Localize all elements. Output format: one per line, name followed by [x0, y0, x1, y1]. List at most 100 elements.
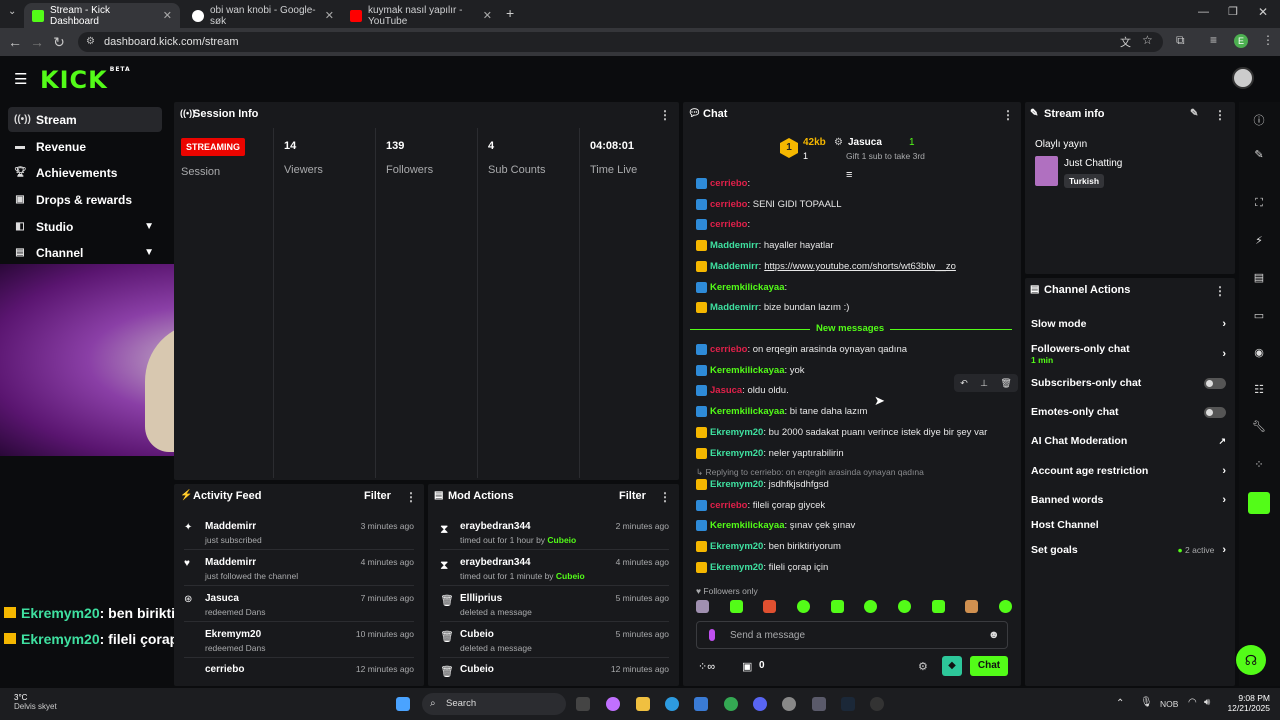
- site-info-icon[interactable]: ⚙: [86, 32, 95, 52]
- task-view-icon[interactable]: [576, 697, 590, 711]
- mod-by[interactable]: Cubeio: [547, 535, 576, 545]
- chat-username[interactable]: Keremkilickayaa: [710, 365, 784, 376]
- mod-menu-icon[interactable]: ⋮: [659, 490, 671, 504]
- pin-icon[interactable]: ⊥: [980, 378, 988, 389]
- wrench-icon[interactable]: 🔧︎: [1250, 420, 1268, 433]
- stream-info-menu-icon[interactable]: ⋮: [1214, 108, 1226, 122]
- chat-bubble-icon[interactable]: ▭: [1250, 309, 1268, 322]
- chat-username[interactable]: Ekremym20: [710, 479, 763, 490]
- apps-icon[interactable]: ⁘: [1250, 458, 1268, 471]
- session-menu-icon[interactable]: ⋮: [659, 108, 671, 122]
- emotes-only-toggle[interactable]: [1204, 406, 1226, 418]
- browser-menu-icon[interactable]: ⋮: [1262, 33, 1274, 47]
- microphone-icon[interactable]: 🎙︎: [1140, 697, 1153, 708]
- tray-chevron-icon[interactable]: ⌃: [1116, 698, 1124, 709]
- chat-username[interactable]: cerriebo: [710, 344, 748, 355]
- info-icon[interactable]: ⓘ: [1250, 112, 1268, 128]
- weather-widget[interactable]: 3°C Delvis skyet: [14, 693, 57, 711]
- calculator-icon[interactable]: [812, 697, 826, 711]
- ai-moderation-row[interactable]: AI Chat Moderation ↗: [1031, 435, 1226, 447]
- subscribers-only-toggle[interactable]: [1204, 377, 1226, 389]
- tab-google[interactable]: obi wan knobi - Google-søk ✕: [184, 3, 342, 28]
- emote-icon[interactable]: [931, 600, 945, 613]
- clipboard-icon[interactable]: ▤: [1250, 271, 1268, 284]
- mod-filter-button[interactable]: Filter: [619, 490, 646, 502]
- channel-actions-menu-icon[interactable]: ⋮: [1214, 284, 1226, 298]
- sidebar-item-studio[interactable]: ◧ Studio ▼: [8, 214, 162, 239]
- settings-app-icon[interactable]: [782, 697, 796, 711]
- volume-icon[interactable]: 🔊︎: [1204, 697, 1210, 708]
- hamburger-menu-icon[interactable]: ☰: [14, 70, 27, 88]
- taskbar-search[interactable]: ⌕ Search: [422, 693, 566, 715]
- chat-emote-button[interactable]: ◆: [942, 656, 962, 676]
- chat-username[interactable]: Jasuca: [710, 385, 742, 396]
- close-tab-icon[interactable]: ✕: [325, 9, 334, 22]
- kick-logo[interactable]: KICK BETA: [40, 66, 131, 94]
- points-infinite-icon[interactable]: ⁘∞: [698, 660, 715, 673]
- chat-username[interactable]: Keremkilickayaa: [710, 406, 784, 417]
- emote-icon[interactable]: [696, 600, 709, 613]
- delete-icon[interactable]: 🗑︎: [1000, 378, 1011, 389]
- forward-icon[interactable]: →: [26, 34, 48, 50]
- close-tab-icon[interactable]: ✕: [483, 9, 492, 22]
- emote-icon[interactable]: [830, 600, 844, 613]
- chat-username[interactable]: cerriebo: [710, 219, 748, 230]
- followers-only-row[interactable]: Followers-only chat 1 min ›: [1031, 343, 1226, 365]
- minimize-icon[interactable]: —: [1198, 6, 1209, 18]
- tab-youtube[interactable]: kuymak nasıl yapılır - YouTube ✕: [342, 3, 500, 28]
- chat-username[interactable]: cerriebo: [710, 178, 748, 189]
- user-avatar[interactable]: [1232, 67, 1254, 89]
- emote-icon[interactable]: [729, 600, 743, 613]
- mic-icon[interactable]: [709, 629, 715, 641]
- chat-username[interactable]: Ekremym20: [710, 427, 763, 438]
- emote-icon[interactable]: [796, 600, 810, 613]
- mod-by[interactable]: Cubeio: [556, 571, 585, 581]
- lightning-icon[interactable]: ⚡︎: [1250, 234, 1268, 247]
- tab-kick-dashboard[interactable]: Stream - Kick Dashboard ✕: [24, 3, 180, 28]
- account-age-row[interactable]: Account age restriction ›: [1031, 465, 1226, 477]
- host-channel-row[interactable]: Host Channel: [1031, 519, 1226, 531]
- reply-icon[interactable]: ↶: [960, 378, 968, 389]
- clock[interactable]: 9:08 PM 12/21/2025: [1226, 693, 1270, 713]
- banned-words-row[interactable]: Banned words ›: [1031, 494, 1226, 506]
- bookmark-star-icon[interactable]: ☆: [1142, 33, 1153, 47]
- slow-mode-row[interactable]: Slow mode ›: [1031, 318, 1226, 330]
- treasure-icon[interactable]: ▣: [742, 660, 752, 673]
- profile-avatar[interactable]: E: [1234, 34, 1248, 48]
- emoji-icon[interactable]: ☻: [988, 629, 1000, 641]
- chat-username[interactable]: Keremkilickayaa: [710, 520, 784, 531]
- activity-filter-button[interactable]: Filter: [364, 490, 391, 502]
- sidebar-item-channel[interactable]: ▤ Channel ▼: [8, 240, 162, 265]
- close-tab-icon[interactable]: ✕: [163, 9, 172, 22]
- emote-icon[interactable]: [965, 600, 979, 613]
- chat-username[interactable]: Keremkilickayaa: [710, 282, 784, 293]
- chat-username[interactable]: Maddemirr: [710, 261, 759, 272]
- new-tab-icon[interactable]: +: [506, 5, 514, 21]
- set-goals-row[interactable]: Set goals ● 2 active ›: [1031, 544, 1226, 556]
- file-explorer-icon[interactable]: [636, 697, 650, 711]
- back-icon[interactable]: ←: [4, 34, 26, 50]
- emote-icon[interactable]: [897, 600, 911, 613]
- obs-icon[interactable]: [870, 697, 884, 711]
- activity-menu-icon[interactable]: ⋮: [405, 490, 417, 504]
- url-field[interactable]: ⚙ dashboard.kick.com/stream: [78, 32, 1163, 52]
- chat-username[interactable]: Ekremym20: [710, 562, 763, 573]
- gift-user[interactable]: Jasuca: [848, 137, 882, 148]
- windows-start-icon[interactable]: [396, 697, 410, 711]
- pencil-icon[interactable]: ✎: [1250, 148, 1268, 161]
- chrome-icon[interactable]: [724, 697, 738, 711]
- sidebar-item-achievements[interactable]: 🏆︎ Achievements: [8, 160, 162, 185]
- translate-icon[interactable]: 文: [1120, 34, 1131, 50]
- emote-icon[interactable]: [998, 600, 1012, 613]
- chat-username[interactable]: Maddemirr: [710, 302, 759, 313]
- chat-username[interactable]: Ekremym20: [710, 448, 763, 459]
- broadcast-rail-icon[interactable]: ◉: [1250, 346, 1268, 359]
- sidebar-item-revenue[interactable]: ▬ Revenue: [8, 134, 162, 159]
- support-headset-icon[interactable]: ☊: [1236, 645, 1266, 675]
- discord-icon[interactable]: [753, 697, 767, 711]
- send-chat-button[interactable]: Chat: [970, 656, 1008, 676]
- emote-icon[interactable]: [864, 600, 878, 613]
- chat-link[interactable]: https://www.youtube.com/shorts/wt63blw__…: [764, 261, 956, 272]
- chat-settings-icon[interactable]: ⚙: [918, 660, 928, 673]
- kick-app-icon[interactable]: [1248, 492, 1270, 514]
